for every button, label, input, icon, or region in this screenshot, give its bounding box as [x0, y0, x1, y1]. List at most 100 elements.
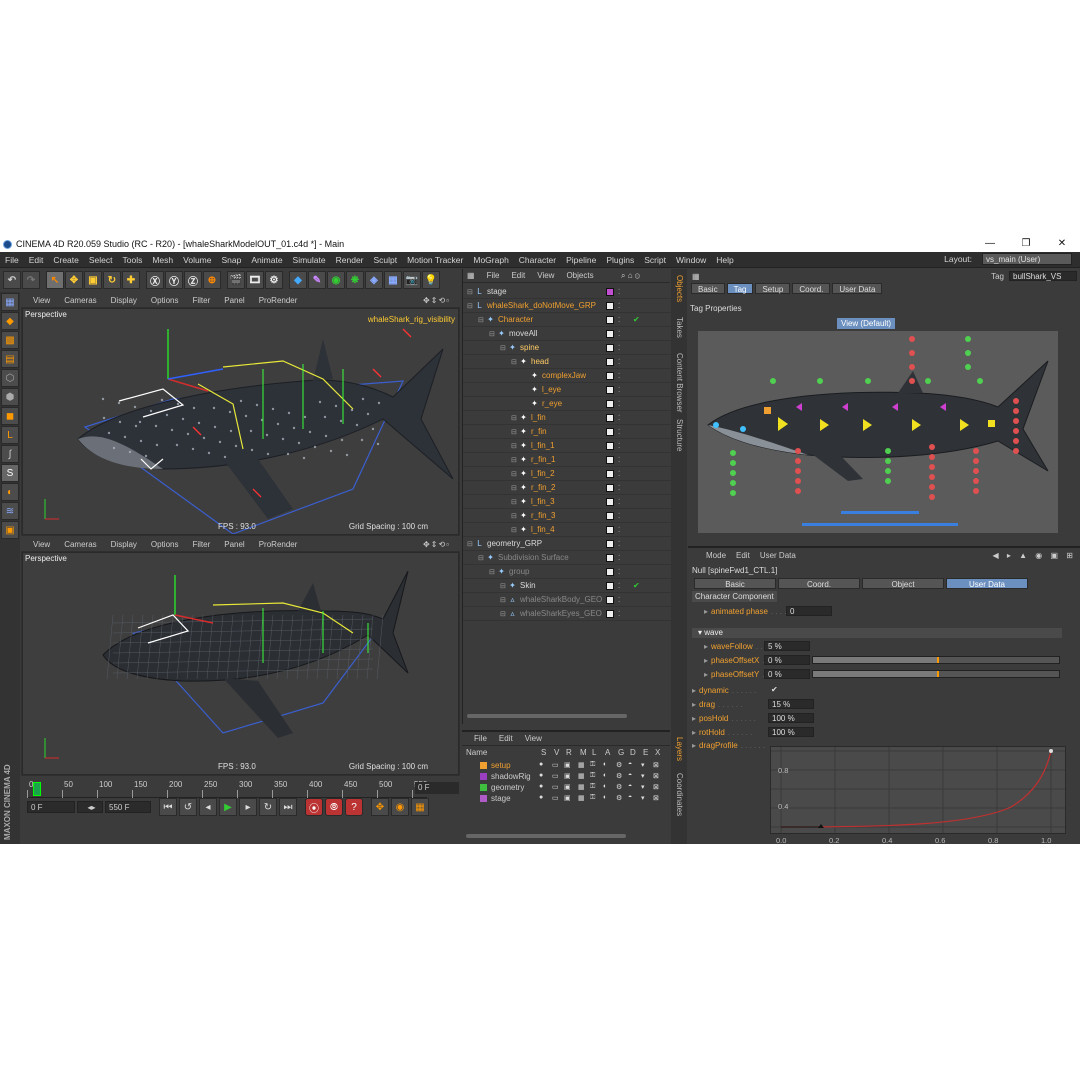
expand-icon[interactable]: ⊟ — [511, 498, 519, 506]
control-dot[interactable] — [909, 336, 915, 342]
object-row[interactable]: ⊟ ✦ Character ⁚ ✔ — [463, 313, 671, 327]
side-tab-takes[interactable]: Takes — [675, 317, 684, 338]
expand-icon[interactable]: ⊟ — [489, 568, 497, 576]
side-tab-coordinates[interactable]: Coordinates — [675, 773, 684, 816]
keyframe-selection-icon[interactable]: ? — [345, 798, 363, 816]
control-dot[interactable] — [909, 378, 915, 384]
control-dot[interactable] — [795, 488, 801, 494]
object-layer-swatch[interactable] — [606, 483, 614, 492]
viewport-menu-filter[interactable]: Filter — [192, 540, 210, 549]
object-layer-swatch[interactable] — [606, 567, 614, 576]
side-tab-content-browser[interactable]: Content Browser — [675, 353, 684, 413]
layer-menu-file[interactable]: File — [474, 734, 487, 743]
control-dot[interactable] — [965, 364, 971, 370]
layer-flag-icon[interactable]: ◓ — [628, 761, 632, 768]
menu-file[interactable]: File — [0, 255, 24, 265]
object-row[interactable]: ✦ r_eye ⁚ — [463, 397, 671, 411]
object-layer-swatch[interactable] — [606, 385, 614, 394]
object-row[interactable]: ⊟ Lstage ⁚ — [463, 285, 671, 299]
control-dot[interactable] — [909, 350, 915, 356]
edges-mode-icon[interactable]: ⬢ — [1, 388, 19, 406]
attr-menu-user-data[interactable]: User Data — [760, 551, 796, 560]
layer-color-swatch[interactable] — [480, 784, 487, 791]
previous-frame-icon[interactable]: ◂ — [199, 798, 217, 816]
side-tab-layers[interactable]: Layers — [675, 737, 684, 761]
control-dot[interactable] — [929, 444, 935, 450]
expand-icon[interactable]: ⊟ — [478, 554, 486, 562]
property-row[interactable]: ▸ dragProfile. . . . . . — [692, 740, 765, 751]
viewport-menu-panel[interactable]: Panel — [224, 296, 244, 305]
control-dot[interactable] — [795, 458, 801, 464]
object-visibility-dots[interactable]: ⁚ — [618, 568, 620, 576]
expand-icon[interactable]: ⊟ — [511, 442, 519, 450]
menu-volume[interactable]: Volume — [178, 255, 216, 265]
control-dot[interactable] — [973, 478, 979, 484]
minimize-icon[interactable]: — — [972, 236, 1008, 252]
property-value[interactable]: 0 % — [764, 669, 810, 679]
slider-handle[interactable] — [937, 671, 939, 677]
control-dot[interactable] — [965, 336, 971, 342]
menu-simulate[interactable]: Simulate — [288, 255, 331, 265]
control-dot[interactable] — [885, 478, 891, 484]
menu-tools[interactable]: Tools — [118, 255, 148, 265]
viewport-nav-icons[interactable]: ✥⇕⟲▫ — [423, 540, 450, 549]
snap-icon[interactable]: S — [1, 464, 19, 482]
subdivision-icon[interactable]: ◉ — [327, 271, 345, 289]
viewport-menu-view[interactable]: View — [33, 296, 50, 305]
object-visibility-dots[interactable]: ⁚ — [618, 358, 620, 366]
control-dot[interactable] — [730, 450, 736, 456]
object-visibility-dots[interactable]: ⁚ — [618, 330, 620, 338]
layer-flag-icon[interactable]: ◐ — [603, 761, 607, 768]
viewport-menu-options[interactable]: Options — [151, 540, 179, 549]
move-tool-icon[interactable]: ✥ — [65, 271, 83, 289]
control-dot[interactable] — [730, 470, 736, 476]
object-visibility-dots[interactable]: ⁚ — [618, 302, 620, 310]
control-dot[interactable] — [929, 454, 935, 460]
object-row[interactable]: ⊟ ✦ r_fin_1 ⁚ — [463, 453, 671, 467]
control-dot[interactable] — [770, 378, 776, 384]
layer-flag-icon[interactable]: ⚿ — [590, 794, 595, 802]
attr-tab-user-data[interactable]: User Data — [832, 283, 883, 294]
object-row[interactable]: ⊟ ✦ moveAll ⁚ — [463, 327, 671, 341]
control-dot[interactable] — [973, 488, 979, 494]
attribute-grid-icon[interactable]: ▦ — [692, 272, 700, 281]
control-dot[interactable] — [817, 378, 823, 384]
expand-icon[interactable]: ⊟ — [511, 414, 519, 422]
object-row[interactable]: ⊟ Lgeometry_GRP ⁚ — [463, 537, 671, 551]
menu-motion-tracker[interactable]: Motion Tracker — [402, 255, 468, 265]
layer-flag-icon[interactable]: ⊠ — [653, 772, 659, 780]
object-layer-swatch[interactable] — [606, 329, 614, 338]
property-anim-icon[interactable]: ▸ — [692, 714, 696, 723]
object-check-icon[interactable]: ✔ — [633, 315, 640, 324]
attr-tab-object[interactable]: Object — [862, 578, 944, 589]
object-layer-swatch[interactable] — [606, 539, 614, 548]
viewport-menu-display[interactable]: Display — [111, 296, 137, 305]
menu-plugins[interactable]: Plugins — [601, 255, 639, 265]
control-dot[interactable] — [713, 422, 719, 428]
object-row[interactable]: ⊟ ✦ r_fin_3 ⁚ — [463, 509, 671, 523]
layer-flag-icon[interactable]: ▦ — [578, 772, 585, 780]
attr-nav-icons[interactable]: ◀ ▸ ▲ ◉ ▣ ⊞ — [993, 551, 1076, 560]
viewport-menu-prorender[interactable]: ProRender — [259, 296, 298, 305]
layer-flag-icon[interactable]: ▾ — [641, 794, 645, 802]
viewport-menu-cameras[interactable]: Cameras — [64, 296, 96, 305]
layer-row[interactable]: shadowRig ● ▭ ▣ ▦ ⚿ ◐ ⚙ ◓ ▾ ⊠ — [462, 771, 670, 782]
expand-icon[interactable]: ⊟ — [467, 302, 475, 310]
layer-menu-view[interactable]: View — [525, 734, 542, 743]
layer-flag-icon[interactable]: ⚙ — [616, 783, 622, 791]
rotate-tool-icon[interactable]: ↻ — [103, 271, 121, 289]
expand-icon[interactable]: ⊟ — [500, 582, 508, 590]
layer-flag-icon[interactable]: ⚿ — [590, 772, 595, 780]
expand-icon[interactable]: ⊟ — [500, 344, 508, 352]
expand-icon[interactable]: ⊟ — [511, 456, 519, 464]
close-icon[interactable]: ✕ — [1044, 236, 1080, 252]
menu-pipeline[interactable]: Pipeline — [561, 255, 601, 265]
layer-flag-icon[interactable]: ▭ — [552, 761, 559, 769]
expand-icon[interactable]: ⊟ — [511, 526, 519, 534]
property-value[interactable]: 0 — [786, 606, 832, 616]
attr-tab-basic[interactable]: Basic — [694, 578, 776, 589]
menu-sculpt[interactable]: Sculpt — [369, 255, 403, 265]
menu-window[interactable]: Window — [671, 255, 711, 265]
go-to-end-icon[interactable]: ⏭ — [279, 798, 297, 816]
object-row[interactable]: ⊟ ✦ head ⁚ — [463, 355, 671, 369]
